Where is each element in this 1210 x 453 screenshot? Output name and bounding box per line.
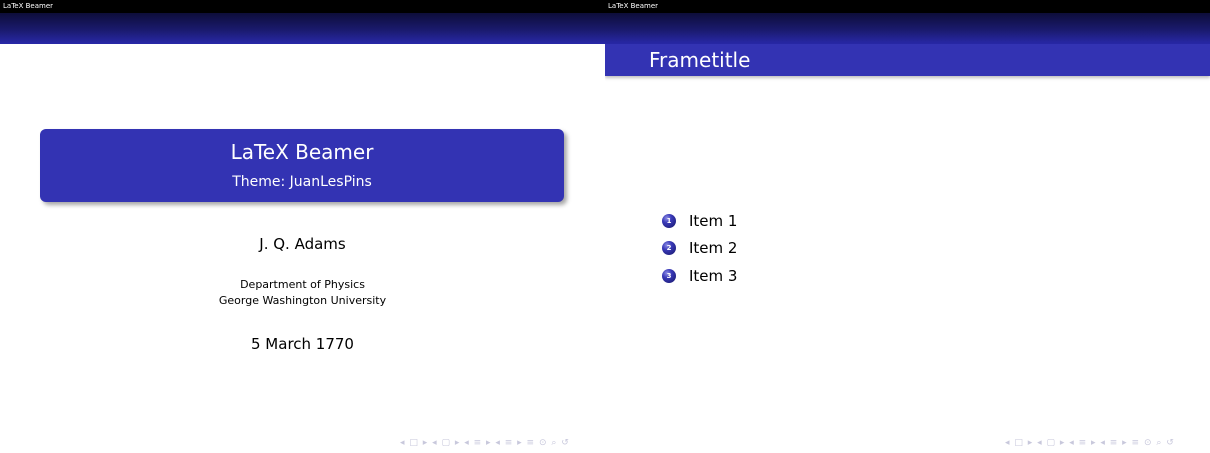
navigation-symbols[interactable]: ◂ □ ▸ ◂ ▢ ▸ ◂ ≡ ▸ ◂ ≡ ▸ ≡ ⊙ ⌕ ↺ (1005, 437, 1175, 449)
navigation-band (0, 13, 605, 44)
presentation-subtitle: Theme: JuanLesPins (232, 174, 372, 190)
list-item: 3 Item 3 (662, 262, 737, 290)
headline-text: LaTeX Beamer (608, 2, 659, 10)
author: J. Q. Adams (259, 235, 346, 253)
institute-department: Department of Physics (240, 278, 365, 291)
title-box: LaTeX Beamer Theme: JuanLesPins (40, 129, 564, 202)
list-item: 1 Item 1 (662, 207, 737, 235)
navigation-band (605, 13, 1210, 44)
enumerate-ball-icon: 2 (662, 241, 676, 256)
headline-text: LaTeX Beamer (3, 2, 54, 10)
enumerate-list: 1 Item 1 2 Item 2 3 Item 3 (662, 207, 737, 290)
list-item-text: Item 3 (689, 266, 738, 285)
enumerate-ball-icon: 1 (662, 213, 676, 228)
content-slide: LaTeX Beamer Frametitle 1 Item 1 2 Item … (605, 0, 1210, 453)
headline-bar: LaTeX Beamer (605, 0, 1210, 13)
frametitle: Frametitle (649, 48, 751, 72)
frametitle-bar: Frametitle (605, 44, 1210, 76)
list-item-text: Item 2 (689, 239, 738, 258)
date: 5 March 1770 (251, 335, 354, 353)
title-slide: LaTeX Beamer LaTeX Beamer Theme: JuanLes… (0, 0, 605, 453)
navigation-symbols[interactable]: ◂ □ ▸ ◂ ▢ ▸ ◂ ≡ ▸ ◂ ≡ ▸ ≡ ⊙ ⌕ ↺ (400, 437, 570, 449)
list-item-text: Item 1 (689, 211, 738, 230)
enumerate-ball-icon: 3 (662, 268, 676, 283)
institute-university: George Washington University (218, 294, 387, 307)
list-item: 2 Item 2 (662, 235, 737, 263)
headline-bar: LaTeX Beamer (0, 0, 605, 13)
presentation-title: LaTeX Beamer (230, 140, 374, 164)
